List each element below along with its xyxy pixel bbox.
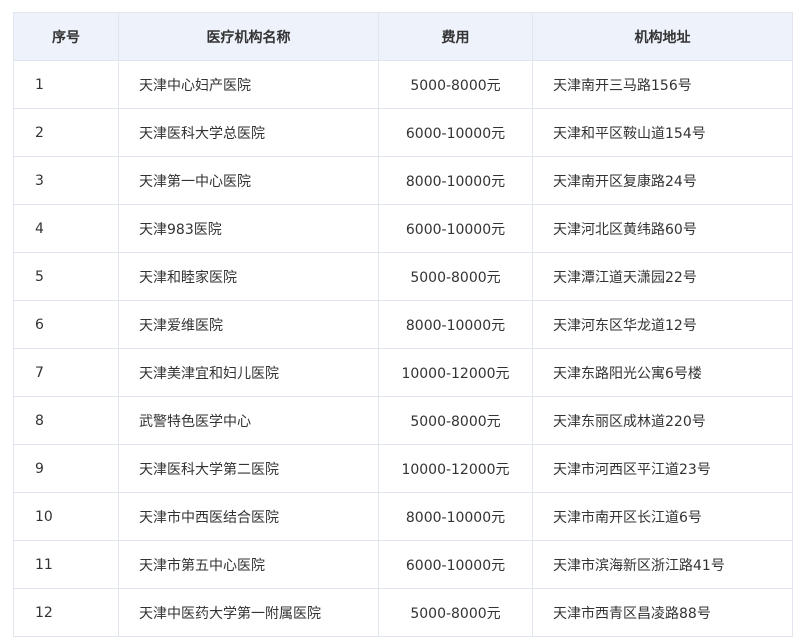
cell-address: 天津东丽区成林道220号	[532, 396, 793, 445]
table-row: 7 天津美津宜和妇儿医院 10000-12000元 天津东路阳光公寓6号楼	[13, 348, 793, 397]
cell-fee: 6000-10000元	[378, 204, 533, 253]
table-row: 8 武警特色医学中心 5000-8000元 天津东丽区成林道220号	[13, 396, 793, 445]
cell-fee: 5000-8000元	[378, 252, 533, 301]
table-row: 11 天津市第五中心医院 6000-10000元 天津市滨海新区浙江路41号	[13, 540, 793, 589]
cell-institution-name: 天津医科大学第二医院	[118, 444, 379, 493]
cell-address: 天津河东区华龙道12号	[532, 300, 793, 349]
cell-fee: 10000-12000元	[378, 348, 533, 397]
cell-address: 天津市河西区平江道23号	[532, 444, 793, 493]
cell-index: 5	[13, 252, 119, 301]
table-row: 5 天津和睦家医院 5000-8000元 天津潭江道天潇园22号	[13, 252, 793, 301]
cell-institution-name: 天津第一中心医院	[118, 156, 379, 205]
cell-fee: 8000-10000元	[378, 300, 533, 349]
cell-index: 1	[13, 60, 119, 109]
cell-index: 2	[13, 108, 119, 157]
table-row: 6 天津爱维医院 8000-10000元 天津河东区华龙道12号	[13, 300, 793, 349]
cell-fee: 6000-10000元	[378, 108, 533, 157]
cell-fee: 5000-8000元	[378, 588, 533, 637]
cell-address: 天津南开区复康路24号	[532, 156, 793, 205]
header-institution-name: 医疗机构名称	[118, 12, 379, 61]
table-body: 1 天津中心妇产医院 5000-8000元 天津南开三马路156号 2 天津医科…	[13, 60, 793, 637]
table-header: 序号 医疗机构名称 费用 机构地址	[13, 12, 793, 61]
cell-index: 12	[13, 588, 119, 637]
table-row: 3 天津第一中心医院 8000-10000元 天津南开区复康路24号	[13, 156, 793, 205]
cell-institution-name: 天津和睦家医院	[118, 252, 379, 301]
cell-index: 8	[13, 396, 119, 445]
table-row: 2 天津医科大学总医院 6000-10000元 天津和平区鞍山道154号	[13, 108, 793, 157]
cell-institution-name: 天津医科大学总医院	[118, 108, 379, 157]
cell-institution-name: 天津市中西医结合医院	[118, 492, 379, 541]
cell-fee: 8000-10000元	[378, 492, 533, 541]
cell-institution-name: 天津中心妇产医院	[118, 60, 379, 109]
cell-fee: 10000-12000元	[378, 444, 533, 493]
table-row: 1 天津中心妇产医院 5000-8000元 天津南开三马路156号	[13, 60, 793, 109]
cell-index: 4	[13, 204, 119, 253]
header-address: 机构地址	[532, 12, 793, 61]
header-fee: 费用	[378, 12, 533, 61]
cell-institution-name: 天津美津宜和妇儿医院	[118, 348, 379, 397]
cell-index: 10	[13, 492, 119, 541]
cell-index: 11	[13, 540, 119, 589]
cell-fee: 5000-8000元	[378, 396, 533, 445]
hospital-table-container: 序号 医疗机构名称 费用 机构地址 1 天津中心妇产医院 5000-8000元 …	[13, 12, 793, 637]
table-row: 9 天津医科大学第二医院 10000-12000元 天津市河西区平江道23号	[13, 444, 793, 493]
table-row: 4 天津983医院 6000-10000元 天津河北区黄纬路60号	[13, 204, 793, 253]
cell-index: 3	[13, 156, 119, 205]
cell-address: 天津东路阳光公寓6号楼	[532, 348, 793, 397]
cell-address: 天津南开三马路156号	[532, 60, 793, 109]
cell-address: 天津市南开区长江道6号	[532, 492, 793, 541]
cell-fee: 5000-8000元	[378, 60, 533, 109]
cell-address: 天津和平区鞍山道154号	[532, 108, 793, 157]
cell-institution-name: 天津市第五中心医院	[118, 540, 379, 589]
cell-institution-name: 天津中医药大学第一附属医院	[118, 588, 379, 637]
cell-address: 天津市西青区昌凌路88号	[532, 588, 793, 637]
cell-index: 9	[13, 444, 119, 493]
cell-address: 天津潭江道天潇园22号	[532, 252, 793, 301]
cell-institution-name: 天津983医院	[118, 204, 379, 253]
cell-fee: 6000-10000元	[378, 540, 533, 589]
header-index: 序号	[13, 12, 119, 61]
cell-address: 天津市滨海新区浙江路41号	[532, 540, 793, 589]
cell-fee: 8000-10000元	[378, 156, 533, 205]
cell-institution-name: 天津爱维医院	[118, 300, 379, 349]
cell-index: 7	[13, 348, 119, 397]
table-row: 12 天津中医药大学第一附属医院 5000-8000元 天津市西青区昌凌路88号	[13, 588, 793, 637]
cell-address: 天津河北区黄纬路60号	[532, 204, 793, 253]
cell-index: 6	[13, 300, 119, 349]
table-row: 10 天津市中西医结合医院 8000-10000元 天津市南开区长江道6号	[13, 492, 793, 541]
cell-institution-name: 武警特色医学中心	[118, 396, 379, 445]
hospital-fee-table: 序号 医疗机构名称 费用 机构地址 1 天津中心妇产医院 5000-8000元 …	[13, 12, 793, 637]
header-row: 序号 医疗机构名称 费用 机构地址	[13, 12, 793, 61]
